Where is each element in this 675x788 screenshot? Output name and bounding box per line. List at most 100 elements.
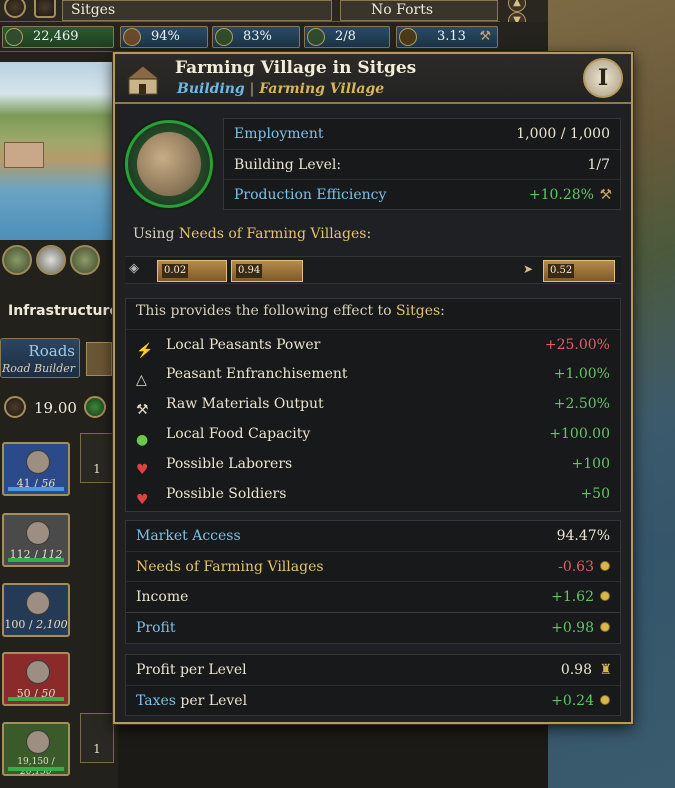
development-stat[interactable]: 3.13 ⚒ bbox=[396, 26, 498, 48]
coin-icon bbox=[600, 622, 610, 632]
target-icon[interactable] bbox=[4, 0, 26, 18]
building-slot-icon[interactable] bbox=[70, 245, 100, 275]
using-needs-line: Using Needs of Farming Villages: bbox=[133, 226, 371, 242]
supply-icon bbox=[123, 28, 141, 46]
pop-portrait-icon bbox=[125, 120, 213, 208]
pop-portrait-icon bbox=[26, 450, 50, 474]
market-row: Profit +0.98 bbox=[126, 612, 620, 642]
coin-icon bbox=[600, 561, 610, 571]
roads-title: Roads bbox=[28, 342, 75, 360]
effect-label: Local Peasants Power bbox=[166, 337, 321, 353]
effect-label: Raw Materials Output bbox=[166, 396, 324, 412]
population-stat[interactable]: 22,469 bbox=[2, 26, 114, 48]
per-level-value: +0.24 bbox=[551, 693, 594, 709]
stat-value: 1/7 bbox=[587, 157, 610, 173]
effect-label: Possible Soldiers bbox=[166, 486, 287, 502]
tooltip-subtitle: Building | Farming Village bbox=[177, 81, 384, 97]
building-mini-card[interactable]: 1 bbox=[80, 713, 114, 763]
control-icon bbox=[215, 28, 233, 46]
food-capacity-icon: ● bbox=[136, 432, 149, 448]
pop-bar bbox=[8, 487, 64, 491]
arrow-right-icon: ➤ bbox=[523, 262, 534, 276]
pop-current: 100 bbox=[4, 618, 26, 631]
goods-icon: ◈ bbox=[129, 261, 139, 276]
per-level-value: 0.98 bbox=[560, 662, 592, 678]
building-kind-link[interactable]: Building bbox=[177, 81, 245, 97]
building-type-link[interactable]: Farming Village bbox=[259, 81, 384, 97]
development-icon bbox=[399, 28, 417, 46]
pop-card[interactable]: 50 / 50 bbox=[2, 652, 70, 706]
input-amount: 0.94 bbox=[236, 264, 263, 278]
soldiers-icon: ♥ bbox=[136, 492, 149, 508]
pop-portrait-icon bbox=[26, 591, 50, 615]
per-level-row: Taxes per Level +0.24 bbox=[126, 685, 620, 715]
control-value: 83% bbox=[243, 29, 272, 44]
taxes-link[interactable]: Taxes bbox=[136, 693, 176, 709]
market-row: Income +1.62 bbox=[126, 581, 620, 611]
location-field[interactable]: Sitges bbox=[62, 0, 332, 21]
pop-card[interactable]: 41 / 56 bbox=[2, 442, 70, 496]
effects-intro-suffix: : bbox=[440, 303, 445, 319]
pop-card[interactable]: 100 / 2,100 bbox=[2, 583, 70, 637]
market-row: Market Access 94.47% bbox=[126, 521, 620, 551]
effects-target-link[interactable]: Sitges bbox=[396, 303, 440, 319]
input-chip[interactable]: 0.02 bbox=[157, 260, 227, 282]
infrastructure-value: 19.00 bbox=[34, 399, 77, 417]
pop-card[interactable]: 19,150 / 20,150 bbox=[2, 722, 70, 777]
tooltip-header: Farming Village in Sitges Building | Far… bbox=[115, 54, 631, 104]
market-label: Market Access bbox=[136, 528, 241, 544]
input-chip[interactable]: 0.94 bbox=[231, 260, 303, 282]
building-tooltip: Farming Village in Sitges Building | Far… bbox=[113, 52, 633, 724]
input-amount: 0.02 bbox=[162, 264, 189, 278]
stat-label: Building Level: bbox=[234, 157, 342, 173]
development-icon: ♜ bbox=[599, 662, 612, 678]
laborers-icon: ♥ bbox=[136, 462, 149, 478]
effect-label: Local Food Capacity bbox=[166, 426, 311, 442]
buildings-icon bbox=[307, 28, 325, 46]
building-slot-icon[interactable] bbox=[36, 245, 66, 275]
building-slot-icon[interactable] bbox=[2, 245, 32, 275]
effect-value: +25.00% bbox=[544, 337, 610, 353]
signpost-icon[interactable] bbox=[86, 342, 112, 376]
using-prefix: Using bbox=[133, 226, 175, 242]
stat-row: Building Level: 1/7 bbox=[224, 149, 620, 179]
subtitle-separator: | bbox=[249, 81, 255, 97]
needs-bar: ◈ 0.02 0.94 ➤ 0.52 bbox=[125, 256, 621, 284]
building-mini-card[interactable]: 1 bbox=[80, 433, 114, 483]
supply-stat[interactable]: 94% bbox=[120, 26, 208, 48]
per-level-label: Profit per Level bbox=[136, 662, 247, 678]
output-chip[interactable]: 0.52 bbox=[543, 260, 615, 282]
peasants-power-icon: ⚡ bbox=[136, 343, 154, 359]
raw-materials-icon: ⚒ bbox=[136, 402, 149, 418]
market-value: 94.47% bbox=[556, 528, 610, 544]
per-level-panel: Profit per Level 0.98 ♜ Taxes per Level … bbox=[125, 654, 621, 716]
per-level-suffix: per Level bbox=[175, 693, 248, 709]
effect-value: +100.00 bbox=[549, 426, 610, 442]
market-label: Needs of Farming Villages bbox=[136, 559, 324, 575]
pop-card[interactable]: 112 / 112 bbox=[2, 513, 70, 567]
pop-max: 2,100 bbox=[36, 618, 68, 631]
info-button[interactable]: I bbox=[583, 58, 623, 98]
pop-portrait-icon bbox=[26, 660, 50, 684]
goods-icon bbox=[4, 396, 26, 418]
leaf-icon[interactable] bbox=[84, 396, 106, 418]
forts-field[interactable]: No Forts bbox=[340, 0, 498, 21]
farming-village-icon bbox=[125, 65, 161, 95]
population-value: 22,469 bbox=[33, 29, 79, 44]
stat-label: Production Efficiency bbox=[234, 187, 387, 203]
per-level-label: Taxes per Level bbox=[136, 686, 247, 716]
building-count: 1 bbox=[93, 742, 101, 756]
top-location-bar: Sitges No Forts bbox=[0, 0, 548, 22]
output-amount: 0.52 bbox=[548, 264, 575, 278]
effect-row: ● Local Food Capacity +100.00 bbox=[126, 419, 620, 449]
effect-value: +2.50% bbox=[553, 396, 610, 412]
shield-icon[interactable] bbox=[34, 0, 56, 18]
effects-panel: This provides the following effect to Si… bbox=[125, 298, 621, 512]
effect-value: +100 bbox=[571, 456, 610, 472]
development-value: 3.13 bbox=[437, 29, 466, 44]
effect-value: +50 bbox=[580, 486, 610, 502]
buildings-stat[interactable]: 2/8 bbox=[304, 26, 390, 48]
roads-button[interactable]: Roads Road Builder bbox=[0, 338, 80, 378]
needs-link[interactable]: Needs of Farming Villages bbox=[179, 226, 367, 242]
control-stat[interactable]: 83% bbox=[212, 26, 300, 48]
